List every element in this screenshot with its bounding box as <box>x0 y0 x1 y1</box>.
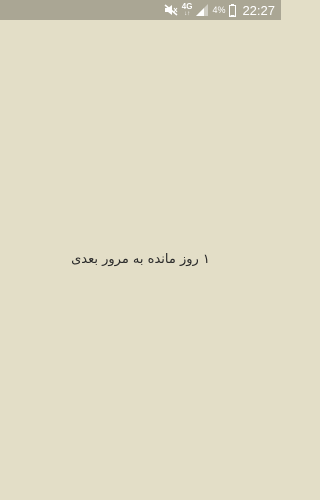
status-bar: 4G ↓↑ 4% 22:27 <box>0 0 281 20</box>
network-arrows: ↓↑ <box>184 11 191 17</box>
network-type-label: 4G <box>181 2 193 11</box>
clock: 22:27 <box>242 2 275 18</box>
battery-percent: 4% <box>212 5 226 15</box>
main-content: ۱ روز مانده به مرور بعدی <box>0 20 281 500</box>
mute-icon <box>164 4 178 16</box>
review-countdown-message: ۱ روز مانده به مرور بعدی <box>71 252 210 267</box>
battery-icon <box>229 3 237 17</box>
status-icons: 4G ↓↑ 4% 22:27 <box>164 0 275 20</box>
signal-icon <box>196 4 209 16</box>
network-4g-icon: 4G ↓↑ <box>181 2 193 18</box>
